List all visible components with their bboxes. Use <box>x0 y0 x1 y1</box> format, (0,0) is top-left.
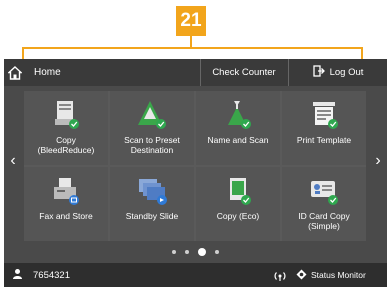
user-id: 7654321 <box>33 269 70 281</box>
scroll-right-arrow-icon[interactable]: › <box>371 149 385 173</box>
standby-slide-icon <box>132 174 172 208</box>
shortcut-tile-grid: Copy (BleedReduce) Scan to Preset Destin… <box>24 91 366 241</box>
copy-icon <box>46 98 86 132</box>
home-button[interactable]: Home <box>4 59 199 86</box>
page-dot[interactable] <box>172 250 176 254</box>
logout-icon <box>312 65 325 80</box>
tile-label: Scan to Preset Destination <box>124 135 180 155</box>
page-dot[interactable] <box>185 250 189 254</box>
tile-copy-eco[interactable]: Copy (Eco) <box>196 167 280 241</box>
tile-label: Copy (Eco) <box>216 211 260 221</box>
home-label: Home <box>34 67 61 78</box>
tile-name-and-scan[interactable]: Name and Scan <box>196 91 280 165</box>
tile-label: Standby Slide <box>125 211 179 221</box>
scroll-left-arrow-icon[interactable]: ‹ <box>6 149 20 173</box>
tile-print-template[interactable]: Print Template <box>282 91 366 165</box>
tile-id-card-copy-simple[interactable]: ID Card Copy (Simple) <box>282 167 366 241</box>
scan-preset-icon <box>132 98 172 132</box>
user-info: 7654321 <box>12 263 70 287</box>
check-counter-label: Check Counter <box>212 67 276 78</box>
tile-label: Name and Scan <box>207 135 269 145</box>
name-scan-icon <box>218 98 258 132</box>
tile-label: Print Template <box>296 135 352 145</box>
page-dot[interactable] <box>215 250 219 254</box>
page-indicator <box>4 247 387 257</box>
callout-badge: 21 <box>176 6 206 36</box>
print-template-icon <box>304 98 344 132</box>
tile-label: Fax and Store <box>39 211 93 221</box>
user-icon <box>12 268 23 282</box>
device-screen: Home Check Counter Log Out ‹ › Copy (Ble… <box>4 59 387 287</box>
tile-scan-to-preset-destination[interactable]: Scan to Preset Destination <box>110 91 194 165</box>
check-counter-button[interactable]: Check Counter <box>200 59 287 86</box>
tile-standby-slide[interactable]: Standby Slide <box>110 167 194 241</box>
logout-label: Log Out <box>329 67 364 78</box>
home-icon <box>4 59 26 86</box>
callout-stem <box>190 36 192 47</box>
status-bar: 7654321 Status Monitor <box>4 263 387 287</box>
tile-fax-and-store[interactable]: Fax and Store <box>24 167 108 241</box>
tile-label: Copy (BleedReduce) <box>37 135 95 155</box>
status-monitor-icon <box>296 269 307 282</box>
copy-eco-icon <box>218 174 258 208</box>
status-monitor-button[interactable]: Status Monitor <box>296 263 366 287</box>
id-card-copy-icon <box>304 174 344 208</box>
tile-label: ID Card Copy (Simple) <box>298 211 350 231</box>
logout-button[interactable]: Log Out <box>288 59 387 86</box>
top-bar: Home Check Counter Log Out <box>4 59 387 86</box>
status-monitor-label: Status Monitor <box>311 270 366 280</box>
wireless-icon <box>272 263 288 287</box>
tile-copy-bleedreduce[interactable]: Copy (BleedReduce) <box>24 91 108 165</box>
page-dot-active[interactable] <box>198 248 206 256</box>
fax-store-icon <box>46 174 86 208</box>
